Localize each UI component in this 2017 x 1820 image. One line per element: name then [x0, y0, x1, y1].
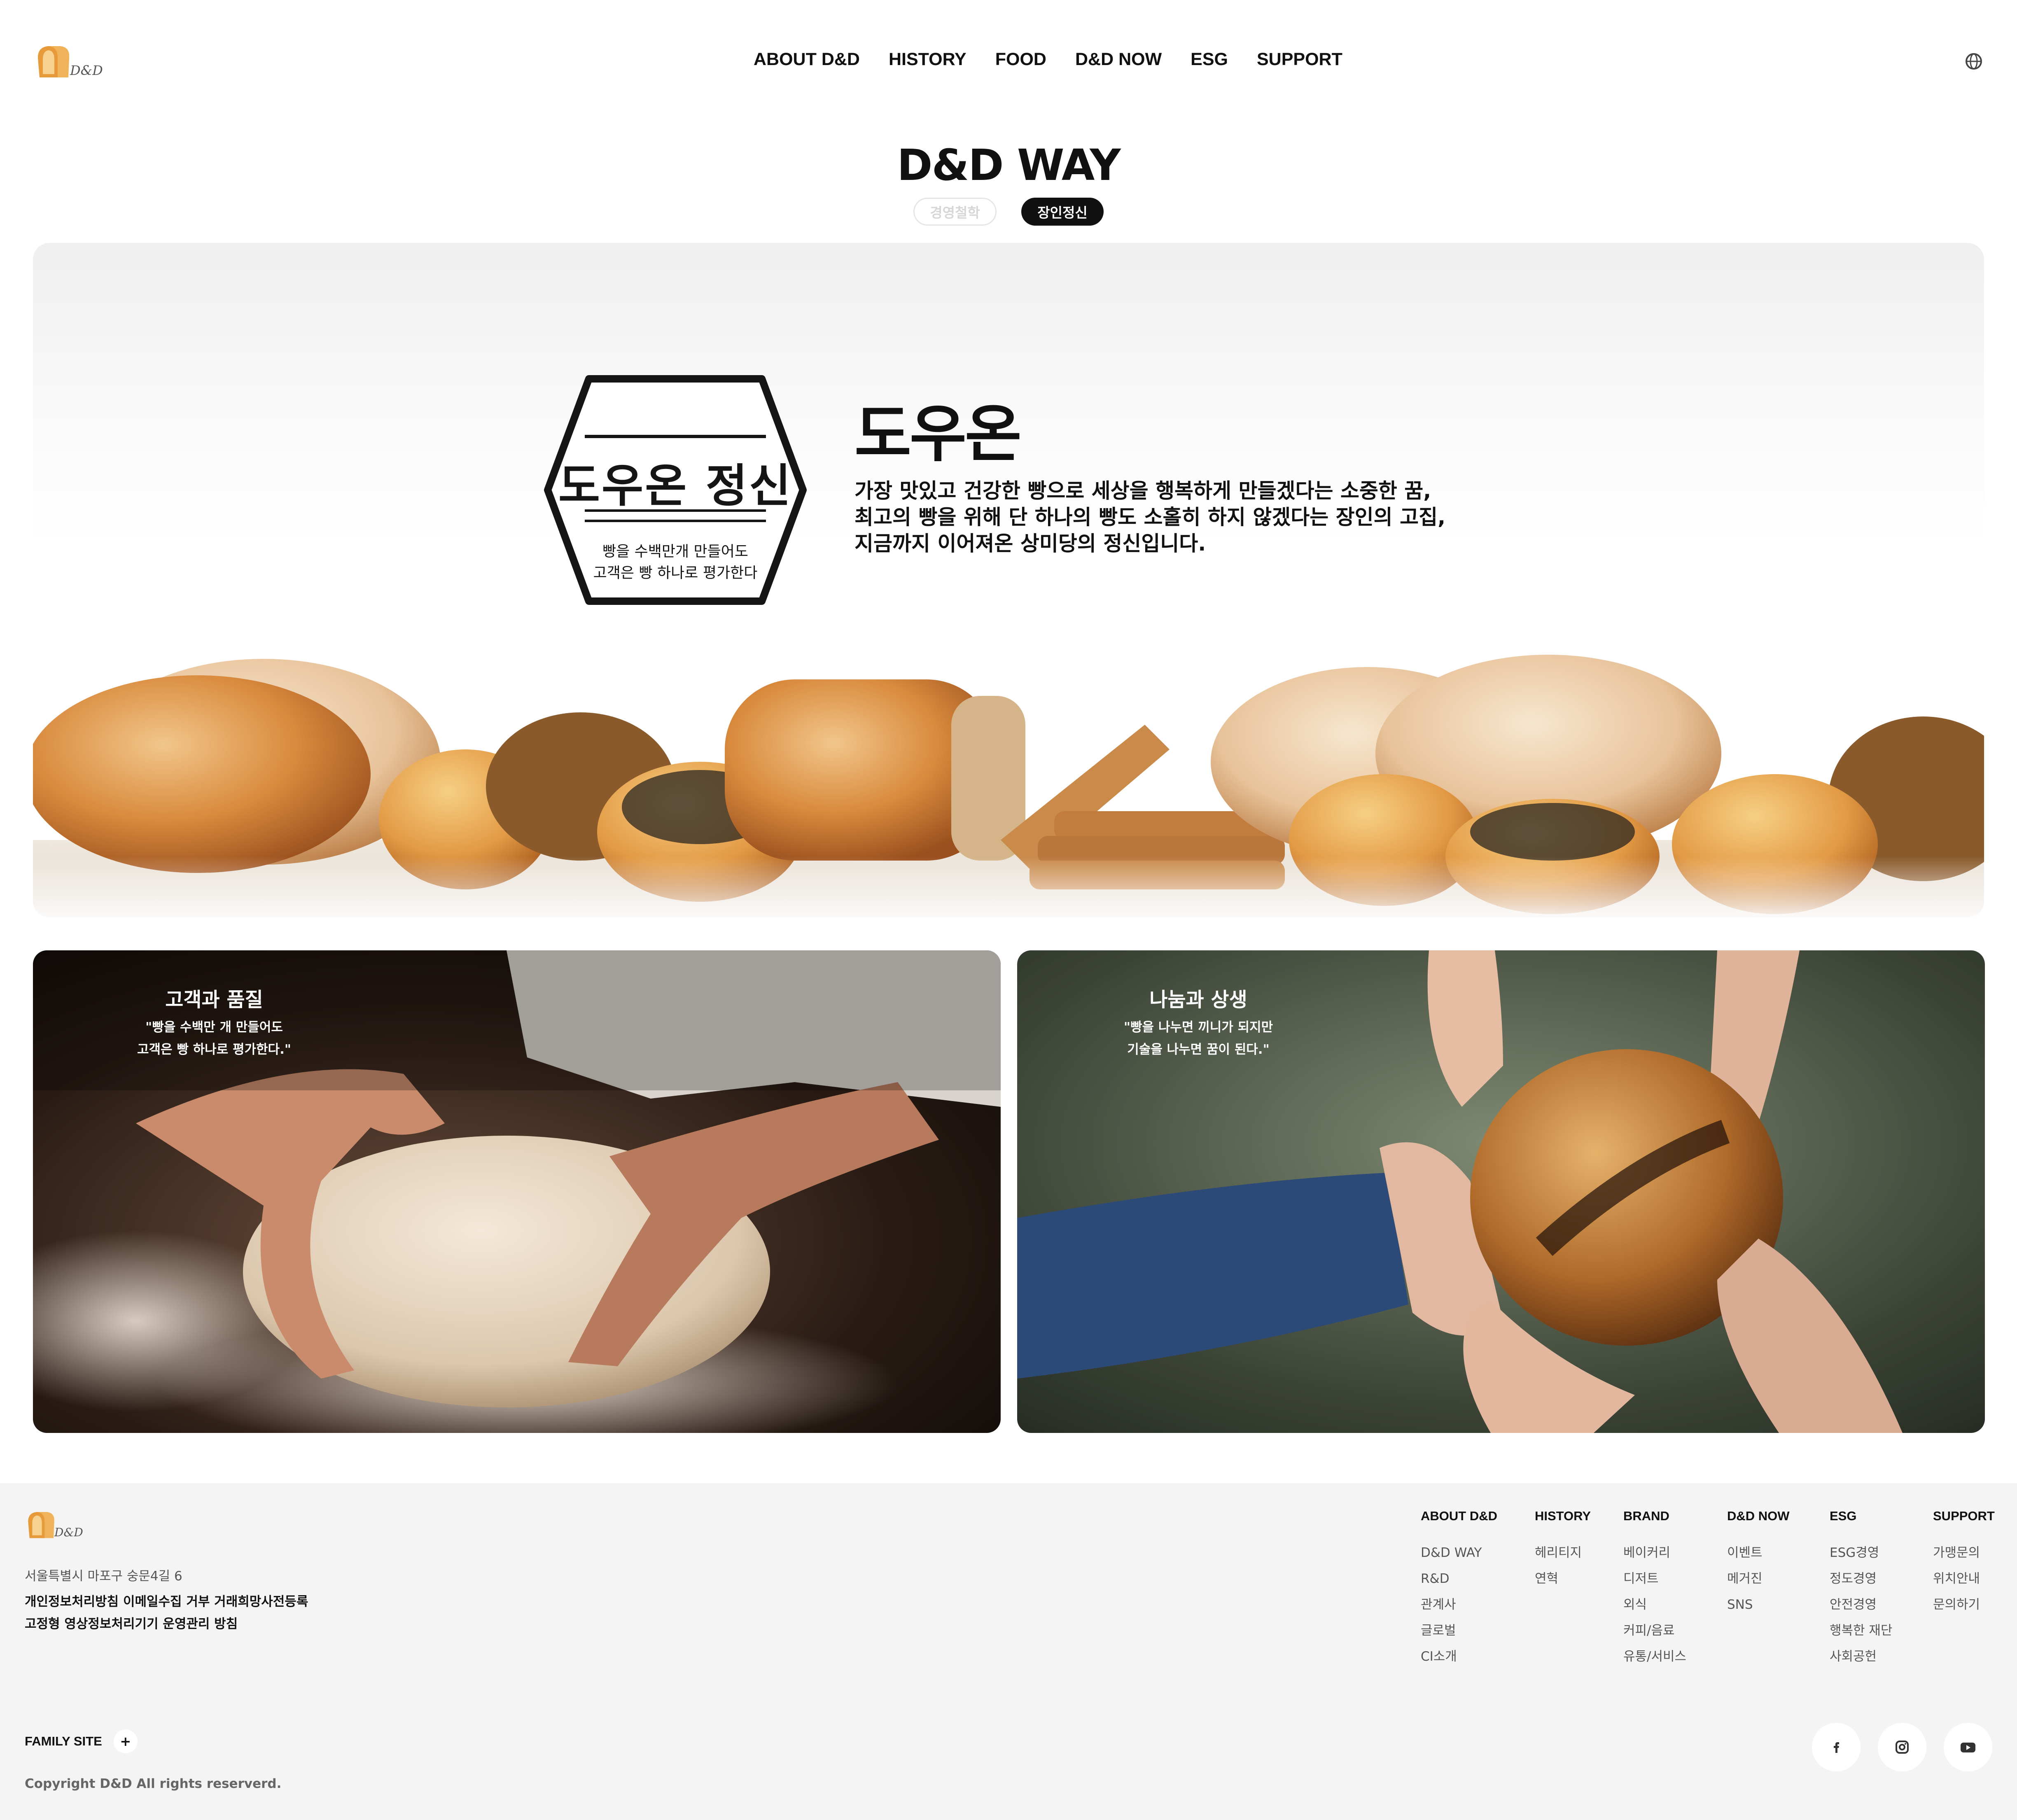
footer-col-title: ESG	[1830, 1509, 1857, 1523]
page-title: D&D WAY	[897, 140, 1121, 190]
footer-link[interactable]: 가맹문의	[1933, 1540, 1995, 1566]
footer-col-support: SUPPORT 가맹문의 위치안내 문의하기	[1933, 1509, 1995, 1618]
footer-link[interactable]: 문의하기	[1933, 1592, 1995, 1618]
family-site-selector[interactable]: FAMILY SITE +	[25, 1729, 138, 1753]
footer-col-dd-now: D&D NOW 이벤트 메거진 SNS	[1727, 1509, 1790, 1618]
stamp-title: 도우온 정신	[558, 459, 793, 512]
footer-link[interactable]: 디저트	[1623, 1566, 1686, 1592]
footer-logo-text: D&D	[54, 1526, 83, 1539]
card-quote-quality: "빵을 수백만 개 만들어도 고객은 빵 하나로 평가한다."	[99, 1016, 329, 1061]
language-globe-icon[interactable]	[1965, 53, 1982, 70]
footer-link[interactable]: 위치안내	[1933, 1566, 1995, 1592]
footer-col-title: SUPPORT	[1933, 1509, 1995, 1523]
main-nav: ABOUT D&D HISTORY FOOD D&D NOW ESG SUPPO…	[754, 49, 1342, 70]
bread-assortment-image	[33, 655, 1984, 917]
instagram-icon[interactable]	[1878, 1723, 1926, 1771]
footer-link[interactable]: 사회공헌	[1830, 1644, 1892, 1670]
footer-link[interactable]: D&D WAY	[1421, 1540, 1497, 1566]
footer-link[interactable]: R&D	[1421, 1566, 1497, 1592]
card-customer-quality[interactable]: 고객과 품질 "빵을 수백만 개 만들어도 고객은 빵 하나로 평가한다."	[33, 950, 1001, 1433]
footer-col-title: ABOUT D&D	[1421, 1509, 1497, 1523]
footer-link[interactable]: CI소개	[1421, 1644, 1497, 1670]
logo-text: D&D	[70, 63, 103, 78]
card-quote-line: 고객은 빵 하나로 평가한다."	[137, 1042, 292, 1057]
card-quote-line: "빵을 나누면 끼니가 되지만	[1123, 1020, 1273, 1035]
plus-icon[interactable]: +	[113, 1729, 138, 1753]
card-title-sharing: 나눔과 상생	[1149, 988, 1247, 1011]
footer-link[interactable]: 베이커리	[1623, 1540, 1686, 1566]
nav-esg[interactable]: ESG	[1191, 49, 1228, 70]
nav-food[interactable]: FOOD	[995, 49, 1046, 70]
footer-link[interactable]: SNS	[1727, 1592, 1790, 1618]
footer-link[interactable]: 글로벌	[1421, 1618, 1497, 1644]
hero-line-2: 최고의 빵을 위해 단 하나의 빵도 소홀히 하지 않겠다는 장인의 고집,	[854, 505, 1446, 529]
footer-policy-line-1[interactable]: 개인정보처리방침 이메일수집 거부 거래희망사전등록	[25, 1591, 308, 1610]
hero-line-1: 가장 맛있고 건강한 빵으로 세상을 행복하게 만들겠다는 소중한 꿈,	[854, 479, 1431, 503]
tab-craftsmanship[interactable]: 장인정신	[1021, 198, 1104, 226]
hero-banner: 도우온 정신 빵을 수백만개 만들어도 고객은 빵 하나로 평가한다 도우온 가…	[33, 243, 1984, 917]
card-quote-line: 기술을 나누면 꿈이 된다."	[1127, 1042, 1270, 1057]
nav-history[interactable]: HISTORY	[889, 49, 966, 70]
footer-col-title: HISTORY	[1535, 1509, 1591, 1523]
site-footer: D&D 서울특별시 마포구 숭문4길 6 개인정보처리방침 이메일수집 거부 거…	[0, 1483, 2017, 1820]
bread-logo-icon	[28, 1512, 54, 1538]
family-site-label: FAMILY SITE	[25, 1734, 102, 1748]
youtube-icon[interactable]	[1944, 1723, 1992, 1771]
bread-logo-icon	[38, 46, 70, 77]
nav-about[interactable]: ABOUT D&D	[754, 49, 860, 70]
hero-description: 가장 맛있고 건강한 빵으로 세상을 행복하게 만들겠다는 소중한 꿈, 최고의…	[854, 478, 1445, 557]
nav-dd-now[interactable]: D&D NOW	[1075, 49, 1162, 70]
footer-link[interactable]: 헤리티지	[1535, 1540, 1591, 1566]
nav-support[interactable]: SUPPORT	[1257, 49, 1342, 70]
card-quote-line: "빵을 수백만 개 만들어도	[145, 1020, 283, 1035]
footer-col-brand: BRAND 베이커리 디저트 외식 커피/음료 유통/서비스	[1623, 1509, 1686, 1670]
footer-policy-line-2[interactable]: 고정형 영상정보처리기기 운영관리 방침	[25, 1613, 238, 1632]
footer-link[interactable]: 안전경영	[1830, 1592, 1892, 1618]
footer-link[interactable]: 정도경영	[1830, 1566, 1892, 1592]
footer-logo[interactable]: D&D	[25, 1508, 83, 1541]
hero-heading: 도우온	[854, 399, 1022, 470]
stamp-line-2: 고객은 빵 하나로 평가한다	[593, 565, 758, 581]
stamp-line-1: 빵을 수백만개 만들어도	[602, 543, 749, 560]
hero-line-3: 지금까지 이어져온 상미당의 정신입니다.	[854, 532, 1206, 555]
card-quote-sharing: "빵을 나누면 끼니가 되지만 기술을 나누면 꿈이 된다."	[1083, 1016, 1314, 1061]
card-title-quality: 고객과 품질	[165, 988, 263, 1011]
card-sharing-growth[interactable]: 나눔과 상생 "빵을 나누면 끼니가 되지만 기술을 나누면 꿈이 된다."	[1017, 950, 1985, 1433]
facebook-icon[interactable]	[1812, 1723, 1861, 1771]
footer-col-about: ABOUT D&D D&D WAY R&D 관계사 글로벌 CI소개	[1421, 1509, 1497, 1670]
footer-col-esg: ESG ESG경영 정도경영 안전경영 행복한 재단 사회공헌	[1830, 1509, 1892, 1670]
footer-link[interactable]: 유통/서비스	[1623, 1644, 1686, 1670]
header-logo[interactable]: D&D	[34, 41, 103, 81]
footer-link[interactable]: 커피/음료	[1623, 1618, 1686, 1644]
footer-link[interactable]: 관계사	[1421, 1592, 1497, 1618]
footer-col-history: HISTORY 헤리티지 연혁	[1535, 1509, 1591, 1592]
footer-address: 서울특별시 마포구 숭문4길 6	[25, 1569, 182, 1584]
footer-link[interactable]: 이벤트	[1727, 1540, 1790, 1566]
footer-link[interactable]: ESG경영	[1830, 1540, 1892, 1566]
copyright: Copyright D&D All rights reserverd.	[25, 1776, 282, 1791]
footer-link[interactable]: 연혁	[1535, 1566, 1591, 1592]
footer-link[interactable]: 메거진	[1727, 1566, 1790, 1592]
footer-link[interactable]: 행복한 재단	[1830, 1618, 1892, 1644]
footer-col-title: BRAND	[1623, 1509, 1669, 1523]
footer-link[interactable]: 외식	[1623, 1592, 1686, 1618]
footer-col-title: D&D NOW	[1727, 1509, 1790, 1523]
tab-philosophy[interactable]: 경영철학	[913, 198, 997, 226]
